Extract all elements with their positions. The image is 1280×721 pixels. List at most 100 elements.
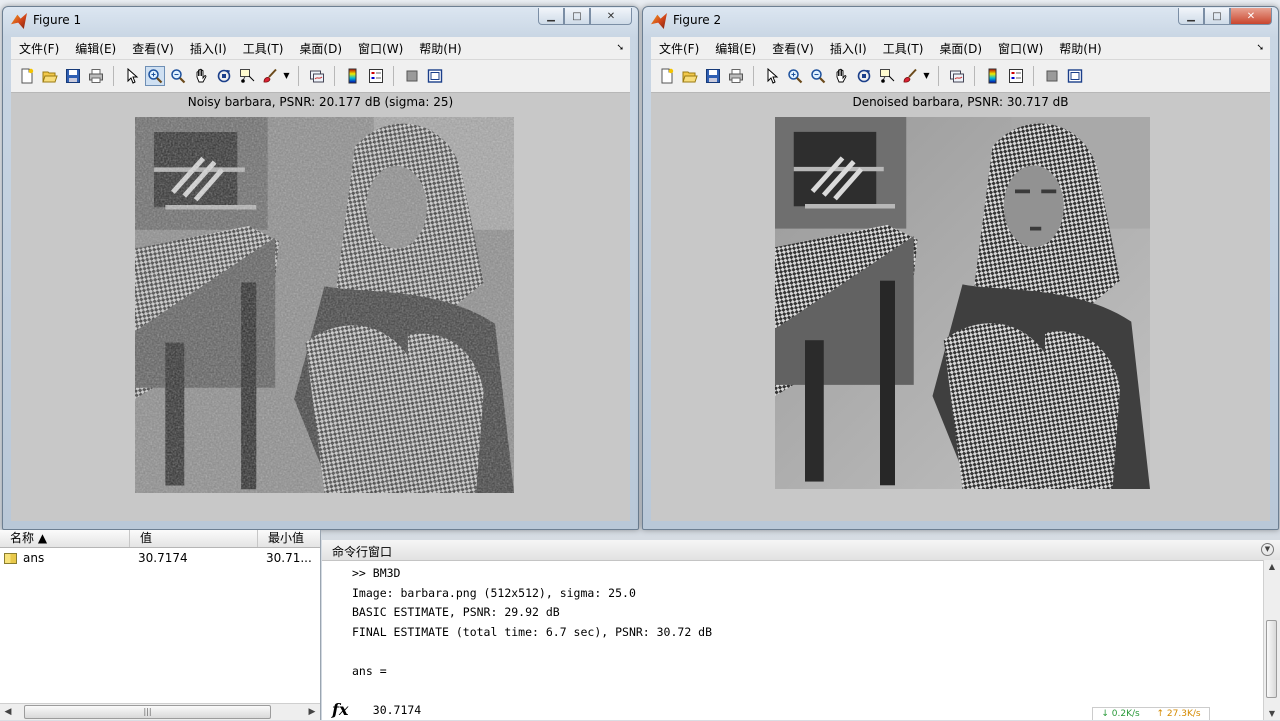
pan-hand-icon[interactable] (831, 66, 851, 86)
menu-edit[interactable]: 编辑(E) (707, 40, 764, 57)
figure-1-window[interactable]: Figure 1 ▁ □ ✕ 文件(F) 编辑(E) 查看(V) 插入(I) 工… (2, 6, 639, 530)
link-plot-icon[interactable] (307, 66, 327, 86)
command-line: >> BM3D (352, 566, 401, 580)
command-line (352, 682, 712, 702)
figure-2-window[interactable]: Figure 2 ▁ □ ✕ 文件(F) 编辑(E) 查看(V) 插入(I) 工… (642, 6, 1279, 530)
command-window[interactable]: 命令行窗口 ▼ >> BM3D Image: barbara.png (512x5… (322, 540, 1280, 720)
new-figure-icon[interactable] (657, 66, 677, 86)
workspace-panel: 名称 ▲ 值 最小值 ans 30.7174 30.71... ◀ ||| ▶ (0, 530, 321, 720)
menu-desktop[interactable]: 桌面(D) (291, 40, 350, 57)
menu-window[interactable]: 窗口(W) (350, 40, 411, 57)
dock-arrow-icon[interactable]: ➘ (616, 43, 624, 53)
figure-2-titlebar[interactable]: Figure 2 ▁ □ ✕ (643, 7, 1278, 35)
maximize-button[interactable]: □ (564, 8, 590, 25)
minimize-button[interactable]: ▁ (1178, 8, 1204, 25)
new-figure-icon[interactable] (17, 66, 37, 86)
command-line: BASIC ESTIMATE, PSNR: 29.92 dB (352, 605, 560, 620)
zoom-in-icon[interactable] (785, 66, 805, 86)
open-file-icon[interactable] (40, 66, 60, 86)
close-button[interactable]: ✕ (1230, 8, 1272, 25)
menu-file[interactable]: 文件(F) (651, 40, 707, 57)
hide-plot-tools-icon[interactable] (1042, 66, 1062, 86)
data-cursor-icon[interactable] (877, 66, 897, 86)
edit-plot-arrow-icon[interactable] (762, 66, 782, 86)
open-file-icon[interactable] (680, 66, 700, 86)
legend-icon[interactable] (1006, 66, 1026, 86)
menu-view[interactable]: 查看(V) (124, 40, 182, 57)
print-icon[interactable] (726, 66, 746, 86)
menu-desktop[interactable]: 桌面(D) (931, 40, 990, 57)
menu-tools[interactable]: 工具(T) (235, 40, 292, 57)
menu-edit[interactable]: 编辑(E) (67, 40, 124, 57)
figure-toolbar: ▼ (11, 59, 630, 93)
menu-insert[interactable]: 插入(I) (822, 40, 875, 57)
colorbar-icon[interactable] (343, 66, 363, 86)
scroll-right-icon[interactable]: ▶ (304, 707, 320, 717)
menu-file[interactable]: 文件(F) (11, 40, 67, 57)
noisy-barbara-image[interactable] (135, 117, 514, 493)
save-icon[interactable] (63, 66, 83, 86)
zoom-out-icon[interactable] (808, 66, 828, 86)
close-button[interactable]: ✕ (590, 8, 632, 25)
brush-dropdown-icon[interactable]: ▼ (283, 66, 291, 86)
toolbar-separator (753, 66, 754, 86)
scroll-down-icon[interactable]: ▼ (1264, 709, 1280, 718)
command-line: 30.7174 (352, 703, 422, 718)
command-window-title: 命令行窗口 (332, 545, 393, 559)
zoom-in-icon[interactable] (144, 66, 165, 86)
rotate-3d-icon[interactable] (214, 66, 234, 86)
pan-hand-icon[interactable] (191, 66, 211, 86)
edit-plot-arrow-icon[interactable] (122, 66, 142, 86)
zoom-out-icon[interactable] (168, 66, 188, 86)
scroll-thumb[interactable] (1266, 620, 1277, 698)
brush-icon[interactable] (900, 66, 920, 86)
colorbar-icon[interactable] (983, 66, 1003, 86)
brush-dropdown-icon[interactable]: ▼ (923, 66, 931, 86)
save-icon[interactable] (703, 66, 723, 86)
link-plot-icon[interactable] (947, 66, 967, 86)
legend-icon[interactable] (366, 66, 386, 86)
toolbar-separator (974, 66, 975, 86)
show-plot-tools-icon[interactable] (1065, 66, 1085, 86)
print-icon[interactable] (86, 66, 106, 86)
rotate-3d-icon[interactable] (854, 66, 874, 86)
column-header-name[interactable]: 名称 ▲ (0, 530, 130, 547)
figure-1-titlebar[interactable]: Figure 1 ▁ □ ✕ (3, 7, 638, 35)
hide-plot-tools-icon[interactable] (402, 66, 422, 86)
upload-speed: ↑ 27.3K/s (1156, 709, 1201, 719)
workspace-horizontal-scrollbar[interactable]: ◀ ||| ▶ (0, 703, 320, 720)
scroll-thumb[interactable]: ||| (24, 705, 271, 719)
menu-tools[interactable]: 工具(T) (875, 40, 932, 57)
data-cursor-icon[interactable] (237, 66, 257, 86)
menu-help[interactable]: 帮助(H) (1051, 40, 1109, 57)
menu-help[interactable]: 帮助(H) (411, 40, 469, 57)
menu-insert[interactable]: 插入(I) (182, 40, 235, 57)
network-speed-widget: ↓ 0.2K/s ↑ 27.3K/s (1092, 707, 1210, 720)
figure-canvas: Noisy barbara, PSNR: 20.177 dB (sigma: 2… (11, 93, 630, 521)
matlab-logo-icon (651, 13, 667, 29)
column-header-value[interactable]: 值 (130, 530, 258, 547)
dock-arrow-icon[interactable]: ➘ (1256, 43, 1264, 53)
menu-window[interactable]: 窗口(W) (990, 40, 1051, 57)
variable-min: 30.71... (266, 551, 312, 565)
maximize-button[interactable]: □ (1204, 8, 1230, 25)
workspace-variable-row[interactable]: ans 30.7174 30.71... (0, 548, 320, 568)
variable-value: 30.7174 (138, 551, 188, 565)
toolbar-separator (393, 66, 394, 86)
command-line: ans = (352, 663, 387, 678)
panel-actions-icon[interactable]: ▼ (1261, 543, 1274, 556)
menu-view[interactable]: 查看(V) (764, 40, 822, 57)
column-header-min[interactable]: 最小值 (258, 530, 320, 547)
show-plot-tools-icon[interactable] (425, 66, 445, 86)
window-title: Figure 1 (33, 13, 82, 27)
command-window-header: 命令行窗口 ▼ (322, 540, 1280, 561)
command-output[interactable]: >> BM3D Image: barbara.png (512x512), sig… (352, 564, 712, 721)
variable-name: ans (23, 551, 45, 565)
minimize-button[interactable]: ▁ (538, 8, 564, 25)
function-browser-fx-icon[interactable]: fx (332, 700, 348, 719)
brush-icon[interactable] (260, 66, 280, 86)
scroll-left-icon[interactable]: ◀ (0, 707, 16, 717)
scroll-up-icon[interactable]: ▲ (1264, 562, 1280, 571)
denoised-barbara-image[interactable] (775, 117, 1150, 489)
command-vertical-scrollbar[interactable]: ▲ ▼ (1263, 560, 1280, 720)
